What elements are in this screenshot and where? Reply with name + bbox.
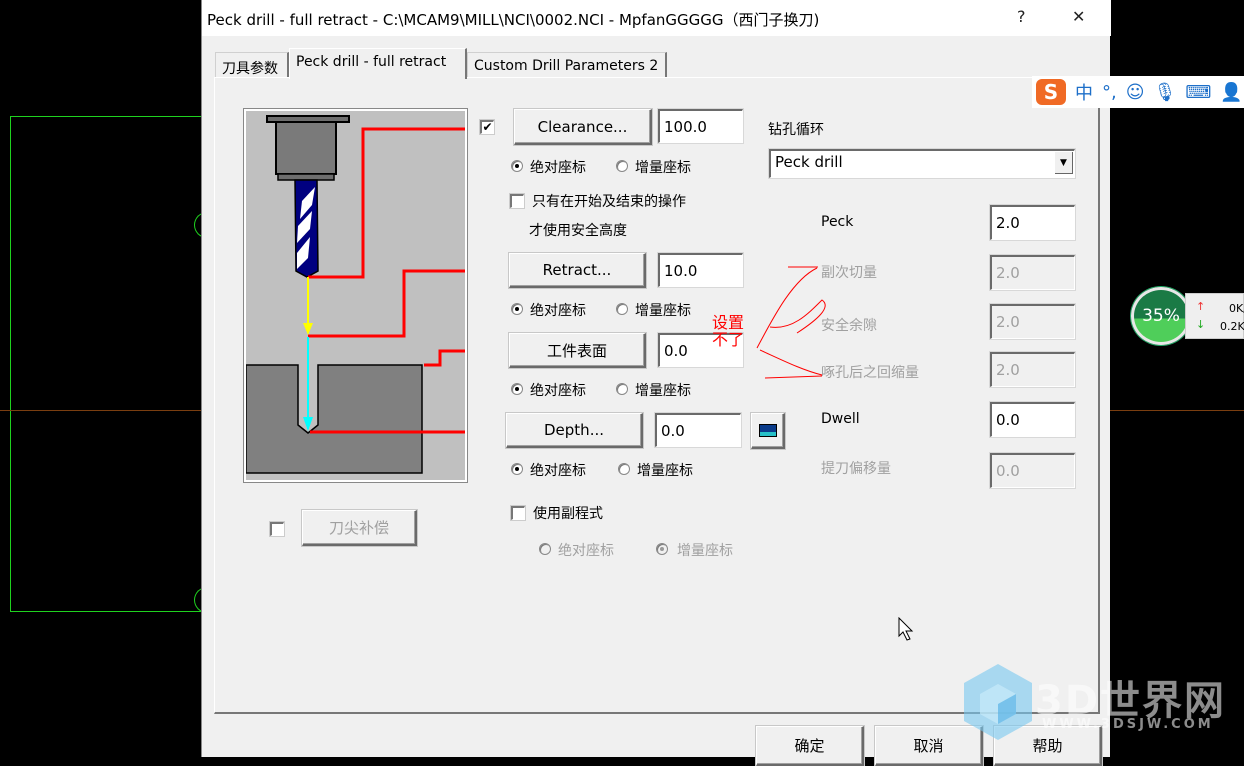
retract-amount-label: 啄孔后之回缩量 [821,365,919,381]
mouse-cursor-icon [898,617,914,641]
download-speed: 0.2K/ [1220,320,1244,333]
top-of-stock-incremental-radio[interactable] [616,383,628,395]
peck-label: Peck [821,214,854,230]
safety-clearance-input[interactable] [990,304,1075,339]
network-speed-panel: ↑ 0K/ ↓ 0.2K/ [1185,293,1244,339]
subprogram-absolute-label: 绝对座标 [558,543,614,559]
depth-button[interactable]: Depth... [506,413,643,448]
drill-cycle-select[interactable]: Peck drill ▼ [769,149,1075,178]
shift-label: 提刀偏移量 [821,461,891,477]
drill-bit-icon [294,179,319,278]
clearance-absolute-label: 绝对座标 [530,160,586,176]
drill-cycle-illustration [243,108,468,483]
ime-mode-toggle[interactable]: 中 [1075,79,1093,105]
subprogram-label: 使用副程式 [533,506,603,522]
chevron-down-icon[interactable]: ▼ [1055,152,1073,174]
shift-input[interactable] [990,453,1075,488]
only-start-end-label-2: 才使用安全高度 [529,223,627,239]
retract-absolute-radio[interactable] [511,303,523,315]
sogou-logo-icon[interactable]: S [1036,79,1066,105]
ime-toolbar: S 中 °, ☺ 🎙 ⌨ 👤 [1032,76,1244,108]
watermark-url: WWW.3DSJW.COM [1042,717,1214,732]
upload-arrow-icon: ↑ [1196,300,1206,313]
top-of-stock-absolute-radio[interactable] [511,383,523,395]
user-icon[interactable]: 👤 [1220,82,1242,103]
tab-tool-parameters[interactable]: 刀具参数 [215,52,289,78]
close-icon[interactable]: ✕ [1072,7,1085,26]
help-icon[interactable]: ? [1017,7,1026,26]
retract-amount-input[interactable] [990,352,1075,387]
depth-incremental-radio[interactable] [618,463,630,475]
retract-incremental-radio[interactable] [616,303,628,315]
top-of-stock-absolute-label: 绝对座标 [530,383,586,399]
subprogram-absolute-radio[interactable] [539,543,551,555]
tab-peck-drill-full-retract[interactable]: Peck drill - full retract [289,48,467,79]
tip-comp-checkbox[interactable] [270,522,284,536]
calculator-icon [758,424,777,437]
subprogram-checkbox[interactable] [511,506,525,520]
depth-calculator-button[interactable] [751,413,785,449]
clearance-input[interactable] [658,109,743,143]
window-title: Peck drill - full retract - C:\MCAM9\MIL… [207,11,820,29]
top-of-stock-incremental-label: 增量座标 [635,383,691,399]
drill-diagram [245,111,465,480]
tab-custom-drill-parameters-2[interactable]: Custom Drill Parameters 2 [467,52,667,78]
retract-button[interactable]: Retract... [509,253,646,288]
depth-incremental-label: 增量座标 [637,463,693,479]
clearance-incremental-label: 增量座标 [635,160,691,176]
watermark-logo-icon [964,664,1032,740]
dwell-label: Dwell [821,411,860,427]
top-of-stock-button[interactable]: 工件表面 [509,333,646,368]
retract-absolute-label: 绝对座标 [530,303,586,319]
keyboard-icon[interactable]: ⌨ [1185,82,1211,103]
subsequent-peck-input[interactable] [990,255,1075,290]
depth-absolute-radio[interactable] [511,463,523,475]
peck-drill-dialog: Peck drill - full retract - C:\MCAM9\MIL… [201,0,1111,766]
ok-button[interactable]: 确定 [756,726,864,766]
title-bar: Peck drill - full retract - C:\MCAM9\MIL… [202,0,1111,36]
retract-incremental-label: 增量座标 [635,303,691,319]
subprogram-incremental-radio[interactable] [656,543,668,555]
cad-geometry-rectangle [10,116,210,612]
depth-input[interactable] [655,413,741,447]
dwell-input[interactable] [990,402,1075,437]
peck-input[interactable] [990,205,1075,240]
tip-comp-button[interactable]: 刀尖补偿 [302,510,417,546]
clearance-button[interactable]: Clearance... [514,109,652,145]
download-arrow-icon: ↓ [1196,318,1206,331]
workpiece [245,364,423,474]
smiley-icon[interactable]: ☺ [1126,82,1145,103]
clearance-enable-checkbox[interactable]: ✔ [480,120,494,134]
upload-speed: 0K/ [1229,302,1244,315]
only-start-end-checkbox[interactable] [510,194,524,208]
only-start-end-label: 只有在开始及结束的操作 [532,194,686,210]
annotation-arrows [756,266,826,379]
memory-usage-indicator[interactable]: 35% [1131,287,1191,345]
microphone-icon[interactable]: 🎙 [1154,82,1177,103]
drill-cycle-label: 钻孔循环 [768,122,824,138]
drill-cycle-selected: Peck drill [775,153,843,171]
punctuation-toggle[interactable]: °, [1102,82,1117,103]
depth-absolute-label: 绝对座标 [530,463,586,479]
tool-holder [275,121,337,175]
subprogram-incremental-label: 增量座标 [677,543,733,559]
annotation-text: 设置 不了 [712,314,744,348]
annotation-line-2: 不了 [712,330,745,349]
retract-input[interactable] [658,253,743,287]
clearance-incremental-radio[interactable] [616,160,628,172]
clearance-absolute-radio[interactable] [511,160,523,172]
